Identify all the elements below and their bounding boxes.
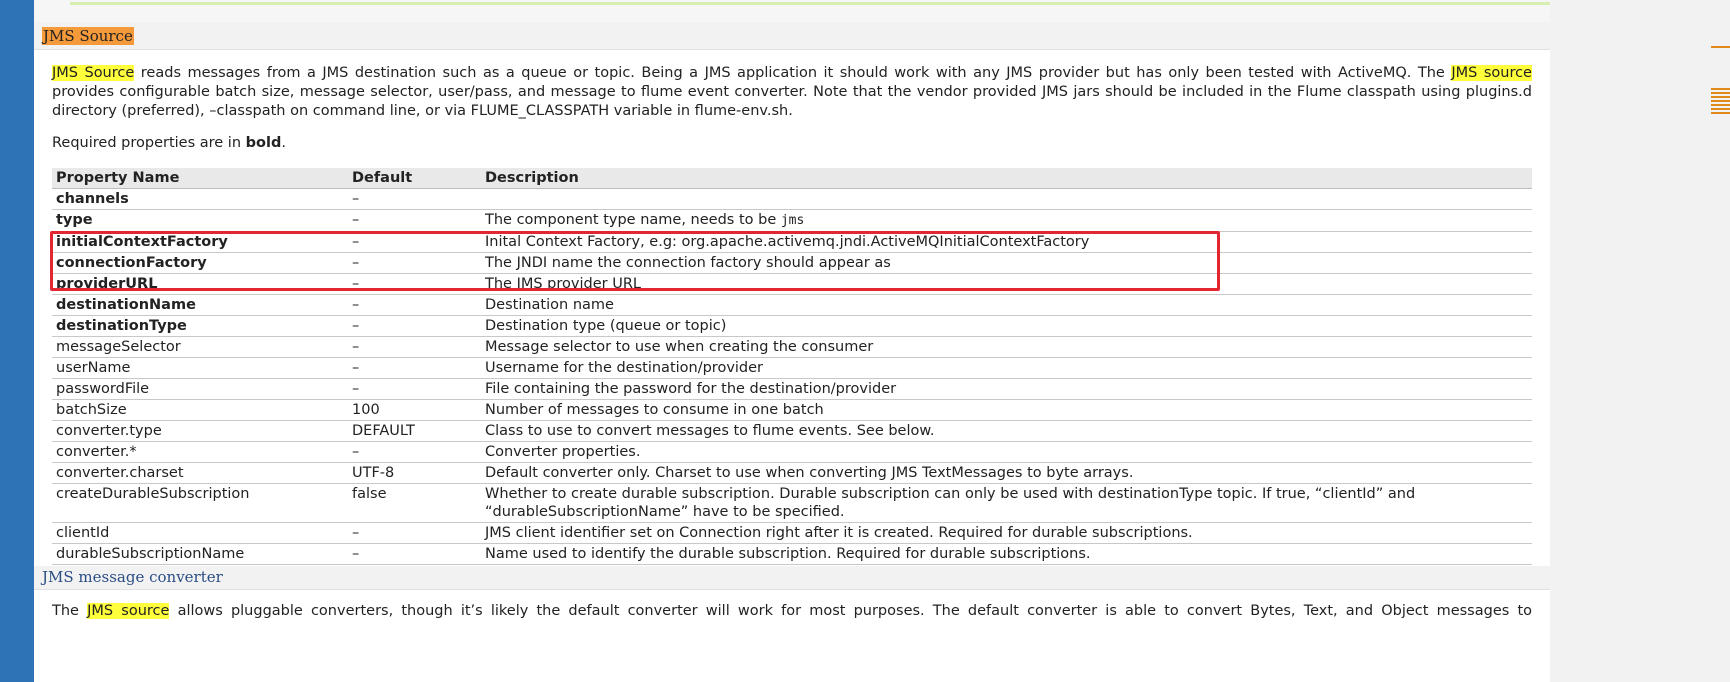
inline-code: jms	[780, 213, 805, 228]
property-name: batchSize	[52, 399, 348, 421]
property-name: clientId	[52, 522, 348, 544]
property-name: durableSubscriptionName	[52, 543, 348, 565]
property-description: Whether to create durable subscription. …	[481, 483, 1532, 523]
property-default: UTF-8	[348, 462, 481, 484]
column-header-property-name: Property Name	[52, 168, 348, 189]
section-title: JMS Source	[42, 27, 134, 45]
annotation-highlight-box	[50, 231, 1220, 291]
property-default: –	[348, 294, 481, 316]
table-row: type – The component type name, needs to b…	[52, 209, 1532, 232]
paragraph-text: allows pluggable converters, though it’s…	[169, 603, 1532, 619]
property-name: destinationType	[52, 315, 348, 337]
scrollbar-find-markers[interactable]	[1711, 46, 1730, 116]
table-row: userName – Username for the destination/pr…	[52, 357, 1532, 379]
property-description: Class to use to convert messages to flum…	[481, 420, 1532, 442]
table-row: messageSelector – Message selector to use …	[52, 336, 1532, 358]
table-row: passwordFile – File containing the passwor…	[52, 378, 1532, 400]
column-header-default: Default	[348, 168, 481, 189]
property-default: –	[348, 336, 481, 358]
property-name: converter.*	[52, 441, 348, 463]
subsection-header: JMS message converter	[34, 566, 1550, 590]
search-match: JMS source	[87, 603, 170, 619]
table-row: converter.charset UTF-8 Default converter …	[52, 462, 1532, 484]
intro-line-3: directory (preferred), –classpath on com…	[52, 103, 793, 119]
required-note-text: Required properties are in	[52, 135, 246, 151]
required-note-end: .	[281, 135, 286, 151]
property-default: DEFAULT	[348, 420, 481, 442]
property-name: messageSelector	[52, 336, 348, 358]
property-default: –	[348, 188, 481, 210]
property-default: 100	[348, 399, 481, 421]
table-header-row: Property Name Default Description	[52, 168, 1532, 189]
property-name: type	[52, 209, 348, 232]
required-note-bold: bold	[245, 135, 282, 151]
doc-content: JMS Source JMS Source reads messages fro…	[34, 0, 1550, 682]
property-description: Number of messages to consume in one bat…	[481, 399, 1532, 421]
intro-paragraph: JMS Source reads messages from a JMS des…	[52, 64, 1532, 121]
property-default: –	[348, 543, 481, 565]
property-description: File containing the password for the des…	[481, 378, 1532, 400]
properties-table: Property Name Default Description channe…	[52, 168, 1532, 565]
intro-line-1: JMS Source reads messages from a JMS des…	[52, 64, 1532, 83]
required-note: Required properties are in bold.	[52, 134, 1532, 153]
property-default: false	[348, 483, 481, 523]
converter-paragraph: The JMS source allows pluggable converte…	[52, 602, 1532, 621]
property-description	[481, 188, 1532, 210]
table-row: batchSize 100 Number of messages to consum…	[52, 399, 1532, 421]
property-name: converter.type	[52, 420, 348, 442]
table-row: converter.type DEFAULT Class to use to con…	[52, 420, 1532, 442]
property-description: JMS client identifier set on Connection …	[481, 522, 1532, 544]
subsection-title: JMS message converter	[42, 568, 223, 586]
search-match: JMS source	[1451, 65, 1532, 81]
property-name: userName	[52, 357, 348, 379]
property-description: Message selector to use when creating th…	[481, 336, 1532, 358]
property-default: –	[348, 522, 481, 544]
property-name: createDurableSubscription	[52, 483, 348, 523]
property-default: –	[348, 357, 481, 379]
property-name: passwordFile	[52, 378, 348, 400]
property-default: –	[348, 209, 481, 232]
property-description: Username for the destination/provider	[481, 357, 1532, 379]
property-description: Name used to identify the durable subscr…	[481, 543, 1532, 565]
left-blue-bar	[0, 0, 34, 682]
property-description: Default converter only. Charset to use w…	[481, 462, 1532, 484]
property-description: Destination type (queue or topic)	[481, 315, 1532, 337]
property-description: The component type name, needs to be jms	[481, 209, 1532, 232]
description-text: The component type name, needs to be	[485, 212, 781, 228]
table-row: clientId – JMS client identifier set on Co…	[52, 522, 1532, 544]
property-default: –	[348, 315, 481, 337]
table-row: destinationName – Destination name	[52, 294, 1532, 316]
table-row: converter.* – Converter properties.	[52, 441, 1532, 463]
table-row: destinationType – Destination type (queue …	[52, 315, 1532, 337]
section-header: JMS Source	[34, 22, 1550, 50]
property-description: Converter properties.	[481, 441, 1532, 463]
table-row: durableSubscriptionName – Name used to ide…	[52, 543, 1532, 565]
paragraph-text: The	[52, 603, 88, 619]
intro-text: reads messages from a JMS destination su…	[134, 65, 1452, 81]
search-match: JMS Source	[52, 65, 135, 81]
property-default: –	[348, 378, 481, 400]
property-description: Destination name	[481, 294, 1532, 316]
intro-line-2: provides configurable batch size, messag…	[52, 84, 1532, 100]
right-margin	[1550, 0, 1730, 682]
property-name: destinationName	[52, 294, 348, 316]
description-line-1: Whether to create durable subscription. …	[485, 486, 1416, 502]
description-line-2: “durableSubscriptionName” have to be spe…	[485, 504, 845, 520]
property-name: converter.charset	[52, 462, 348, 484]
top-band	[34, 0, 1550, 22]
table-row: channels –	[52, 188, 1532, 210]
property-default: –	[348, 441, 481, 463]
table-row: createDurableSubscription false Whether to…	[52, 483, 1532, 523]
property-name: channels	[52, 188, 348, 210]
column-header-description: Description	[481, 168, 1532, 189]
